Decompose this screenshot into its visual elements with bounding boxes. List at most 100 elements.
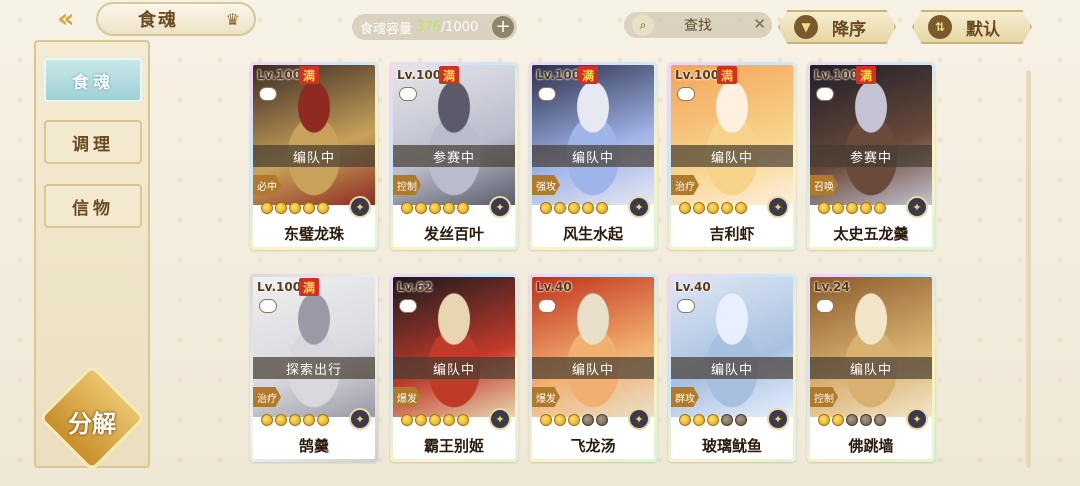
tab-label: 信物 [72, 198, 114, 219]
dish-icon [399, 87, 417, 101]
level-label: Lv.100 [257, 280, 302, 294]
food-soul-card[interactable]: Lv.40 编队中 群攻 ✦ 玻璃鱿鱼 [668, 274, 796, 462]
dish-icon [677, 299, 695, 313]
level-label: Lv.62 [397, 280, 433, 294]
star-icon [401, 414, 413, 426]
level-label: Lv.40 [536, 280, 572, 294]
star-rating [540, 414, 608, 428]
star-icon [429, 202, 441, 214]
card-inner: Lv.40 编队中 群攻 ✦ 玻璃鱿鱼 [671, 277, 793, 459]
card-inner: Lv.24 编队中 控制 ✦ 佛跳墙 [810, 277, 932, 459]
tab-food-soul[interactable]: 食魂 [44, 58, 142, 102]
level-label: Lv.100 [675, 68, 720, 82]
close-icon[interactable]: ✕ [753, 15, 766, 33]
food-soul-card[interactable]: Lv.100 满编队中 强攻 ✦ 风生水起 [529, 62, 657, 250]
food-soul-card[interactable]: Lv.100 满参赛中 召唤 ✦ 太史五龙羹 [807, 62, 935, 250]
card-inner: Lv.100 满编队中 必中 ✦ 东璧龙珠 [253, 65, 375, 247]
star-icon [415, 414, 427, 426]
star-icon [596, 202, 608, 214]
status-banner: 探索出行 [253, 357, 375, 379]
food-soul-card[interactable]: Lv.100 满参赛中 控制 ✦ 发丝百叶 [390, 62, 518, 250]
tab-tokens[interactable]: 信物 [44, 184, 142, 228]
magnifier-icon: ⌕ [632, 14, 654, 36]
card-inner: Lv.100 满参赛中 控制 ✦ 发丝百叶 [393, 65, 515, 247]
card-inner: Lv.40 编队中 爆发 ✦ 飞龙汤 [532, 277, 654, 459]
role-tag: 爆发 [393, 387, 421, 407]
max-level-badge: 满 [299, 278, 319, 296]
dish-icon [259, 299, 277, 313]
dish-icon [259, 87, 277, 101]
star-icon [317, 202, 329, 214]
food-soul-card[interactable]: Lv.40 编队中 爆发 ✦ 飞龙汤 [529, 274, 657, 462]
star-icon [874, 414, 886, 426]
star-icon [860, 202, 872, 214]
star-rating [261, 202, 329, 216]
element-badge-icon: ✦ [349, 196, 371, 218]
role-tag: 群攻 [671, 387, 699, 407]
food-soul-card[interactable]: Lv.100 满探索出行 治疗 ✦ 鹄羹 [250, 274, 378, 462]
level-label: Lv.100 [814, 68, 859, 82]
card-inner: Lv.62 编队中 爆发 ✦ 霸王别姬 [393, 277, 515, 459]
capacity-label: 食魂容量 [360, 21, 413, 37]
star-icon [261, 202, 273, 214]
status-banner: 编队中 [671, 145, 793, 167]
star-icon [679, 414, 691, 426]
top-bar: « 食魂 ♛ 食魂容量 376 /1000 + ⌕ 查找 ✕ ▼ 降序 ⇅ 默认 [0, 0, 1080, 50]
element-badge-icon: ✦ [628, 196, 650, 218]
star-rating [261, 414, 329, 428]
dish-icon [399, 299, 417, 313]
star-icon [707, 414, 719, 426]
star-icon [693, 414, 705, 426]
role-tag: 治疗 [671, 175, 699, 195]
status-banner: 参赛中 [393, 145, 515, 167]
level-label: Lv.100 [536, 68, 581, 82]
sort-order-button[interactable]: ▼ 降序 [778, 10, 896, 44]
star-icon [457, 202, 469, 214]
role-tag: 爆发 [532, 387, 560, 407]
element-badge-icon: ✦ [767, 408, 789, 430]
search-input[interactable]: ⌕ 查找 ✕ [624, 12, 772, 38]
character-name: 霸王别姬 [423, 436, 484, 455]
add-capacity-button[interactable]: + [492, 16, 514, 38]
star-icon [261, 414, 273, 426]
star-icon [443, 202, 455, 214]
star-icon [693, 202, 705, 214]
status-banner: 编队中 [671, 357, 793, 379]
dish-icon [677, 87, 695, 101]
tab-conditioning[interactable]: 调理 [44, 120, 142, 164]
food-soul-card[interactable]: Lv.100 满编队中 治疗 ✦ 吉利虾 [668, 62, 796, 250]
double-chevron-left-icon: « [57, 4, 75, 34]
card-inner: Lv.100 满编队中 强攻 ✦ 风生水起 [532, 65, 654, 247]
page-title-tab: 食魂 ♛ [96, 2, 256, 36]
status-banner: 编队中 [532, 357, 654, 379]
character-name: 佛跳墙 [848, 436, 894, 455]
card-inner: Lv.100 满探索出行 治疗 ✦ 鹄羹 [253, 277, 375, 459]
role-tag: 必中 [253, 175, 281, 195]
star-icon [721, 202, 733, 214]
star-icon [832, 202, 844, 214]
sort-mode-button[interactable]: ⇅ 默认 [912, 10, 1032, 44]
character-name: 太史五龙羹 [833, 224, 909, 243]
food-soul-card[interactable]: Lv.62 编队中 爆发 ✦ 霸王别姬 [390, 274, 518, 462]
tab-label: 食魂 [72, 72, 114, 93]
max-level-badge: 满 [578, 66, 598, 84]
max-level-badge: 满 [856, 66, 876, 84]
star-icon [846, 414, 858, 426]
role-tag: 强攻 [532, 175, 560, 195]
star-icon [846, 202, 858, 214]
scrollbar[interactable] [1026, 70, 1031, 468]
star-icon [568, 202, 580, 214]
star-icon [735, 202, 747, 214]
decompose-label: 分解 [68, 410, 116, 438]
role-tag: 控制 [393, 175, 421, 195]
character-name: 东璧龙珠 [283, 224, 344, 243]
element-badge-icon: ✦ [906, 408, 928, 430]
star-icon [679, 202, 691, 214]
role-tag: 控制 [810, 387, 838, 407]
level-label: Lv.100 [397, 68, 442, 82]
back-button[interactable]: « [48, 4, 84, 34]
star-icon [874, 202, 886, 214]
food-soul-card[interactable]: Lv.24 编队中 控制 ✦ 佛跳墙 [807, 274, 935, 462]
star-icon [415, 202, 427, 214]
food-soul-card[interactable]: Lv.100 满编队中 必中 ✦ 东璧龙珠 [250, 62, 378, 250]
